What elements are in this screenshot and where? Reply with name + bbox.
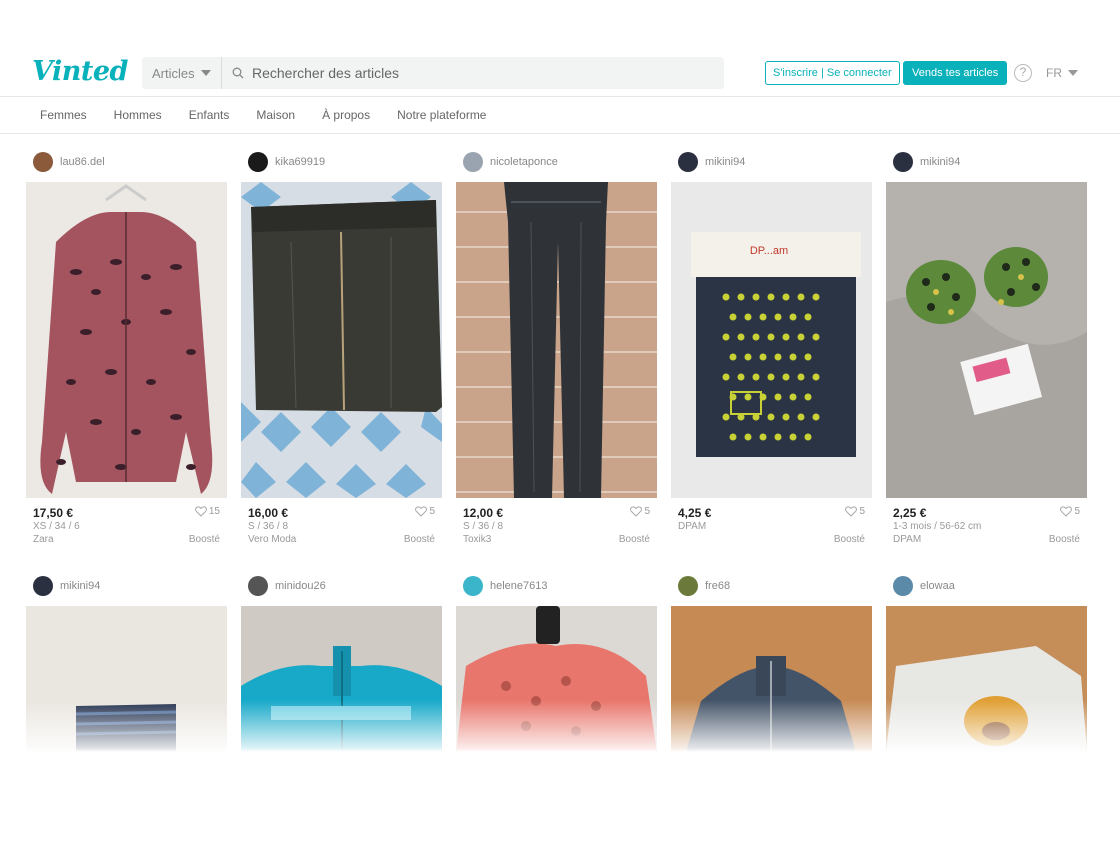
item-meta: 2,25 € 1-3 mois / 56-62 cm DPAM 5 Boosté	[886, 498, 1087, 550]
bottom-fade	[0, 700, 1120, 842]
item-price: 12,00 €	[463, 506, 504, 520]
favourite-button[interactable]: 5	[845, 506, 865, 517]
like-count: 5	[644, 506, 650, 517]
boost-badge: Boosté	[1048, 534, 1080, 545]
username: nicoletaponce	[490, 156, 558, 168]
item-photo[interactable]	[26, 182, 227, 498]
username: lau86.del	[60, 156, 105, 168]
category-select-label: Articles	[152, 65, 195, 81]
username: fre68	[705, 580, 731, 592]
heart-icon	[630, 506, 643, 517]
help-icon[interactable]: ?	[1014, 64, 1032, 82]
avatar	[678, 152, 698, 172]
item-meta: 17,50 € XS / 34 / 6 Zara 15 Boosté	[26, 498, 227, 550]
item-photo[interactable]: DP...am	[671, 182, 872, 498]
item-size: S / 36 / 8	[248, 521, 289, 532]
username: mikini94	[705, 156, 746, 168]
username: kika69919	[275, 156, 326, 168]
heart-icon	[845, 506, 858, 517]
item-photo[interactable]	[456, 182, 657, 498]
nav-item-a-propos[interactable]: À propos	[322, 108, 370, 122]
like-count: 15	[208, 506, 220, 517]
avatar	[893, 576, 913, 596]
item-price: 16,00 €	[248, 506, 289, 520]
item-size: XS / 34 / 6	[33, 521, 80, 532]
item-card[interactable]: nicoletaponce 12,00 € S / 36 / 8 Toxik3	[456, 152, 657, 550]
item-user[interactable]: lau86.del	[26, 152, 227, 172]
chevron-down-icon	[200, 70, 211, 76]
item-user[interactable]: mikini94	[671, 152, 872, 172]
search-input[interactable]	[252, 58, 692, 88]
vinted-logo[interactable]: Vinted	[32, 56, 128, 87]
username: mikini94	[60, 580, 101, 592]
like-count: 5	[1074, 506, 1080, 517]
item-meta: 4,25 € DPAM 5 Boosté	[671, 498, 872, 550]
item-meta: 16,00 € S / 36 / 8 Vero Moda 5 Boosté	[241, 498, 442, 550]
nav-item-maison[interactable]: Maison	[256, 108, 295, 122]
username: mikini94	[920, 156, 961, 168]
language-select[interactable]: FR	[1046, 66, 1078, 80]
header: Vinted Articles S'inscrire | Se connecte…	[0, 48, 1120, 96]
sell-items-button[interactable]: Vends tes articles	[903, 61, 1008, 85]
like-count: 5	[429, 506, 435, 517]
like-count: 5	[859, 506, 865, 517]
item-size: S / 36 / 8	[463, 521, 504, 532]
nav-item-femmes[interactable]: Femmes	[40, 108, 87, 122]
avatar	[463, 576, 483, 596]
item-user[interactable]: kika69919	[241, 152, 442, 172]
item-card[interactable]: kika69919 16,00 € S / 36 / 8 Vero Moda 5…	[241, 152, 442, 550]
heart-icon	[1060, 506, 1073, 517]
item-price: 2,25 €	[893, 506, 927, 520]
boost-badge: Boosté	[618, 534, 650, 545]
favourite-button[interactable]: 5	[630, 506, 650, 517]
item-card[interactable]: mikini94 2,25 € 1-3 mois / 56-62 cm DPAM…	[886, 152, 1087, 550]
favourite-button[interactable]: 5	[1060, 506, 1080, 517]
item-user[interactable]: elowaa	[886, 576, 1087, 596]
item-size: DPAM	[678, 521, 707, 532]
avatar	[678, 576, 698, 596]
username: helene7613	[490, 580, 548, 592]
category-nav: Femmes Hommes Enfants Maison À propos No…	[0, 96, 1120, 134]
favourite-button[interactable]: 15	[194, 506, 220, 517]
heart-icon	[194, 506, 207, 517]
item-photo[interactable]	[241, 182, 442, 498]
item-card[interactable]: lau86.del 17,50 € XS / 34 / 6 Zara 15 Bo…	[26, 152, 227, 550]
avatar	[893, 152, 913, 172]
item-price: 4,25 €	[678, 506, 712, 520]
item-user[interactable]: minidou26	[241, 576, 442, 596]
username: elowaa	[920, 580, 955, 592]
avatar	[33, 576, 53, 596]
item-price: 17,50 €	[33, 506, 74, 520]
item-photo[interactable]	[886, 182, 1087, 498]
item-meta: 12,00 € S / 36 / 8 Toxik3 5 Boosté	[456, 498, 657, 550]
language-label: FR	[1046, 66, 1062, 80]
category-select[interactable]: Articles	[142, 57, 222, 89]
item-user[interactable]: mikini94	[26, 576, 227, 596]
search-icon	[232, 67, 244, 79]
signup-login-button[interactable]: S'inscrire | Se connecter	[765, 61, 900, 85]
chevron-down-icon	[1068, 70, 1078, 76]
avatar	[248, 576, 268, 596]
favourite-button[interactable]: 5	[415, 506, 435, 517]
item-card[interactable]: mikini94 DP...am 4,25 € DPAM 5 Boosté	[671, 152, 872, 550]
nav-item-enfants[interactable]: Enfants	[189, 108, 230, 122]
heart-icon	[415, 506, 428, 517]
nav-item-notre-plateforme[interactable]: Notre plateforme	[397, 108, 486, 122]
boost-badge: Boosté	[833, 534, 865, 545]
avatar	[33, 152, 53, 172]
avatar	[463, 152, 483, 172]
boost-badge: Boosté	[188, 534, 220, 545]
item-size: 1-3 mois / 56-62 cm	[893, 521, 982, 532]
item-user[interactable]: helene7613	[456, 576, 657, 596]
svg-text:DP...am: DP...am	[750, 245, 788, 257]
item-user[interactable]: fre68	[671, 576, 872, 596]
search-bar: Articles	[142, 57, 724, 89]
item-user[interactable]: mikini94	[886, 152, 1087, 172]
boost-badge: Boosté	[403, 534, 435, 545]
avatar	[248, 152, 268, 172]
username: minidou26	[275, 580, 326, 592]
item-user[interactable]: nicoletaponce	[456, 152, 657, 172]
nav-item-hommes[interactable]: Hommes	[114, 108, 162, 122]
